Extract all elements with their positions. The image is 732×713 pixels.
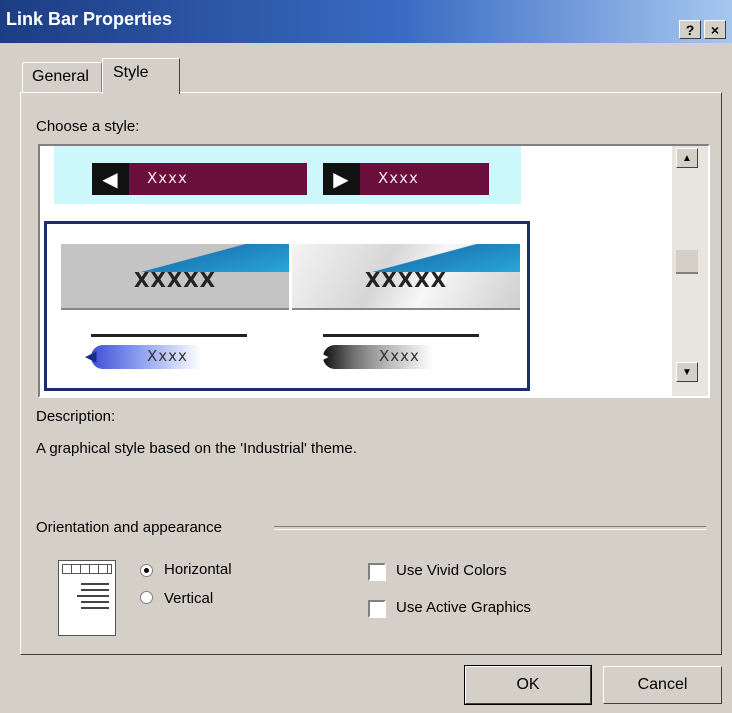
sample-label: XXXXX [364,268,448,292]
industrial-sample-button-selected: XXXXX [292,244,520,310]
description-text: A graphical style based on the 'Industri… [36,440,357,457]
industrial-sample-button: XXXXX [61,244,289,310]
ok-button[interactable]: OK [465,666,591,704]
description-label: Description: [36,408,116,425]
vertical-radio[interactable] [140,591,153,604]
orientation-group-label: Orientation and appearance [36,519,222,536]
choose-style-label: Choose a style: [36,118,140,135]
industrial-line-sample: ◀ Xxxx [85,334,247,370]
use-vivid-colors-checkbox[interactable] [368,563,386,581]
link-bar-properties-dialog: Link Bar Properties ? × General Style Ch… [0,0,732,713]
scroll-up-button[interactable]: ▲ [676,148,698,168]
sample-label: Xxxx [378,169,419,187]
scroll-thumb[interactable] [676,250,698,274]
orientation-preview-icon [58,560,116,636]
style-list-scrollbar[interactable]: ▲ ▼ [672,146,708,396]
use-active-graphics-label[interactable]: Use Active Graphics [396,599,531,616]
horizontal-label[interactable]: Horizontal [164,561,232,578]
use-vivid-colors-label[interactable]: Use Vivid Colors [396,562,507,579]
style-sample-button: ◀ Xxxx [92,163,307,195]
group-divider [274,526,706,530]
window-title: Link Bar Properties [6,9,173,29]
sample-label: Xxxx [147,169,188,187]
industrial-line-sample: ▶ Xxxx [317,334,479,370]
style-list[interactable]: ◀ Xxxx ▶ Xxxx XXXXX XXXXX ◀ Xxxx ▶ Xxxx … [38,144,710,398]
sample-label: Xxxx [379,347,420,365]
arrow-left-icon: ◀ [92,163,129,195]
help-button[interactable]: ? [679,20,701,39]
sample-label: XXXXX [133,268,217,292]
arrow-right-icon: ▶ [323,163,360,195]
tab-general[interactable]: General [22,62,102,92]
close-button[interactable]: × [704,20,726,39]
arrow-left-icon: ◀ [85,348,97,365]
arrow-right-icon: ▶ [317,348,329,365]
title-bar[interactable]: Link Bar Properties ? × [0,0,732,43]
vertical-label[interactable]: Vertical [164,590,213,607]
selected-style-industrial[interactable]: XXXXX XXXXX ◀ Xxxx ▶ Xxxx [44,221,530,391]
sample-label: Xxxx [147,347,188,365]
horizontal-radio[interactable] [140,564,153,577]
use-active-graphics-checkbox[interactable] [368,600,386,618]
scroll-down-button[interactable]: ▼ [676,362,698,382]
cancel-button[interactable]: Cancel [603,666,722,704]
style-sample-button: ▶ Xxxx [323,163,489,195]
tab-style[interactable]: Style [102,58,180,94]
